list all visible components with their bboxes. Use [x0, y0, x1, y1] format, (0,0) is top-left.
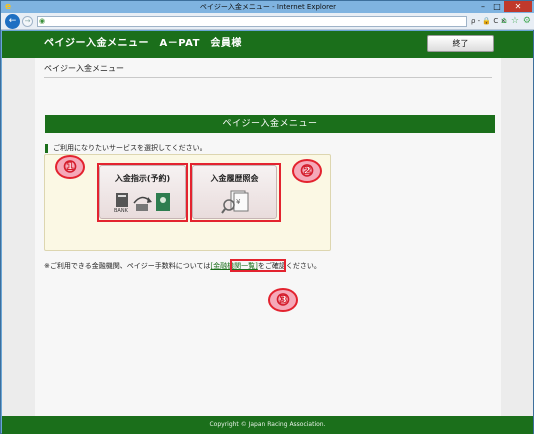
- home-icon[interactable]: ⌂: [501, 15, 507, 28]
- highlight-box-2: [190, 163, 281, 222]
- page-favicon-icon: ◉: [39, 17, 46, 25]
- callout-1: ①: [55, 155, 85, 179]
- site-header: ペイジー入金メニュー A－PAT 会員様 終了: [2, 31, 533, 58]
- minimize-button[interactable]: –: [476, 1, 490, 12]
- menu-title: ペイジー入金メニュー: [45, 115, 495, 133]
- breadcrumb-divider: [44, 77, 492, 78]
- title-bar: e ペイジー入金メニュー - Internet Explorer – □ ✕: [1, 1, 534, 13]
- callout-3: ③: [268, 288, 298, 312]
- left-margin: [2, 58, 35, 416]
- instruction-marker: [45, 143, 48, 153]
- right-margin: [501, 58, 533, 416]
- back-button[interactable]: ←: [5, 14, 20, 29]
- footer-copyright: Copyright © Japan Racing Association.: [2, 416, 533, 434]
- browser-window: e ペイジー入金メニュー - Internet Explorer – □ ✕ ←…: [0, 0, 534, 434]
- close-button[interactable]: ✕: [504, 1, 532, 12]
- maximize-button[interactable]: □: [490, 1, 504, 12]
- instruction-label: ご利用になりたいサービスを選択してください。: [53, 144, 207, 152]
- window-title: ペイジー入金メニュー - Internet Explorer: [199, 3, 337, 11]
- main-area: ペイジー入金メニュー ペイジー入金メニュー ご利用になりたいサービスを選択してく…: [35, 58, 501, 416]
- highlight-box-3: [230, 259, 286, 272]
- note-prefix: ※ご利用できる金融機関、ペイジー手数料については: [44, 262, 211, 270]
- instruction-text: ご利用になりたいサービスを選択してください。: [45, 143, 207, 153]
- header-title: ペイジー入金メニュー A－PAT 会員様: [44, 38, 242, 49]
- logout-button[interactable]: 終了: [427, 35, 494, 52]
- url-field[interactable]: [37, 16, 467, 27]
- service-panel: 入金指示(予約) BANK ① 入金履歴照会 ¥ ②: [44, 154, 331, 251]
- callout-2: ②: [292, 159, 322, 183]
- forward-button[interactable]: →: [22, 16, 33, 27]
- highlight-box-1: [97, 163, 188, 222]
- breadcrumb: ペイジー入金メニュー: [44, 64, 124, 73]
- page-content: ペイジー入金メニュー A－PAT 会員様 終了 ペイジー入金メニュー ペイジー入…: [2, 31, 533, 434]
- favorites-icon[interactable]: ☆: [511, 15, 519, 28]
- address-bar: ← → ◉ ρ - 🔒 C × ⌂ ☆ ⚙: [1, 13, 534, 30]
- settings-icon[interactable]: ⚙: [523, 15, 531, 28]
